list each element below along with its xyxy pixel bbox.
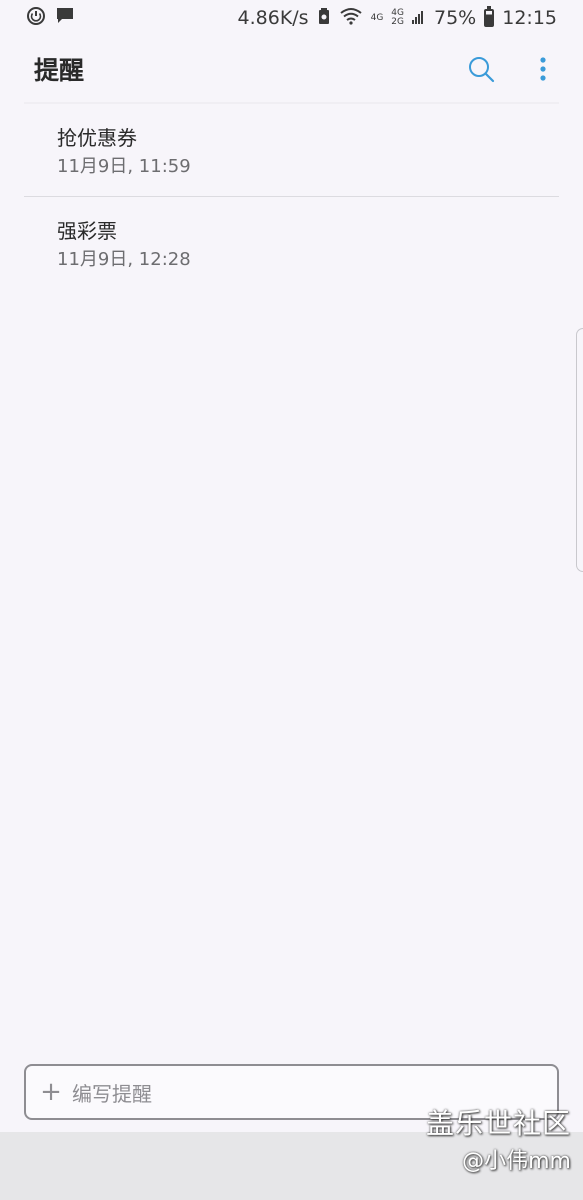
reminder-list: 抢优惠券 11月9日, 11:59 强彩票 11月9日, 12:28 — [24, 104, 559, 290]
power-saving-icon — [26, 6, 46, 31]
search-button[interactable] — [465, 53, 497, 85]
network-type-2: 4G 2G — [391, 9, 404, 27]
reminder-title: 抢优惠券 — [57, 126, 137, 150]
reminder-time: 11月9日, 12:28 — [57, 249, 191, 270]
reminder-time: 11月9日, 11:59 — [57, 156, 191, 177]
app-bar-actions — [465, 53, 559, 85]
clock: 12:15 — [502, 7, 557, 29]
network-type-1: 4G — [370, 12, 384, 23]
page-title: 提醒 — [34, 56, 85, 85]
battery-icon — [484, 6, 495, 27]
search-icon — [469, 57, 495, 83]
watermark: 盖乐世社区 @小伟mm — [426, 1106, 571, 1182]
status-bar: 4.86K/s 4G 4G 2G 75% 12:15 — [0, 0, 583, 36]
compose-placeholder: 编写提醒 — [72, 1081, 152, 1106]
network-type-2-bottom: 2G — [391, 17, 404, 27]
wifi-icon — [339, 7, 363, 30]
reminder-item[interactable]: 抢优惠券 11月9日, 11:59 — [24, 104, 559, 197]
plus-icon: + — [40, 1077, 62, 1107]
reminder-title: 强彩票 — [57, 219, 117, 243]
more-vertical-icon — [540, 57, 546, 81]
more-options-button[interactable] — [527, 53, 559, 85]
battery-percent: 75% — [434, 7, 477, 29]
reminder-item[interactable]: 强彩票 11月9日, 12:28 — [24, 197, 559, 290]
data-saver-icon — [317, 7, 331, 30]
network-speed: 4.86K/s — [237, 7, 309, 29]
message-icon — [56, 7, 74, 30]
edge-panel-handle[interactable] — [576, 328, 583, 572]
watermark-site: 盖乐世社区 — [425, 1107, 571, 1140]
watermark-author: @小伟mm — [462, 1149, 571, 1174]
status-right: 4.86K/s 4G 4G 2G 75% 12:15 — [237, 6, 557, 30]
status-left — [26, 6, 74, 31]
signal-icon — [412, 7, 426, 29]
app-bar: 提醒 — [0, 36, 583, 102]
network-type-1-label: 4G — [370, 12, 384, 23]
